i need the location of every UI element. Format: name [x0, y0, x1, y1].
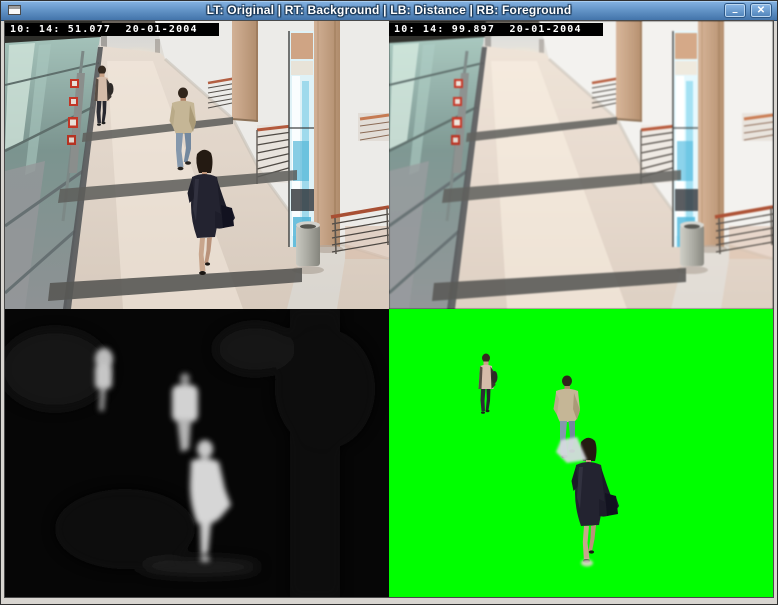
minimize-button[interactable]: –: [724, 3, 746, 18]
timestamp-original: 10: 14: 51.077 20-01-2004: [5, 23, 219, 36]
window-menu-icon[interactable]: [8, 5, 21, 15]
titlebar[interactable]: LT: Original | RT: Background | LB: Dist…: [1, 1, 777, 21]
view-foreground: [389, 309, 773, 597]
video-grid: 10: 14: 51.077 20-01-2004 10: 14: 99.897…: [4, 20, 774, 598]
distance-map-frame: [5, 309, 389, 597]
foreground-mask-frame: [389, 309, 773, 597]
view-original: 10: 14: 51.077 20-01-2004: [5, 21, 389, 309]
app-window: LT: Original | RT: Background | LB: Dist…: [0, 0, 778, 605]
view-background: 10: 14: 99.897 20-01-2004: [389, 21, 773, 309]
view-distance: [5, 309, 389, 597]
background-model-frame: [389, 21, 773, 309]
close-icon: ✕: [757, 6, 765, 16]
window-title: LT: Original | RT: Background | LB: Dist…: [1, 1, 777, 20]
timestamp-background: 10: 14: 99.897 20-01-2004: [389, 23, 603, 36]
original-video-frame: [5, 21, 389, 309]
close-button[interactable]: ✕: [750, 3, 772, 18]
minimize-icon: –: [732, 8, 738, 18]
